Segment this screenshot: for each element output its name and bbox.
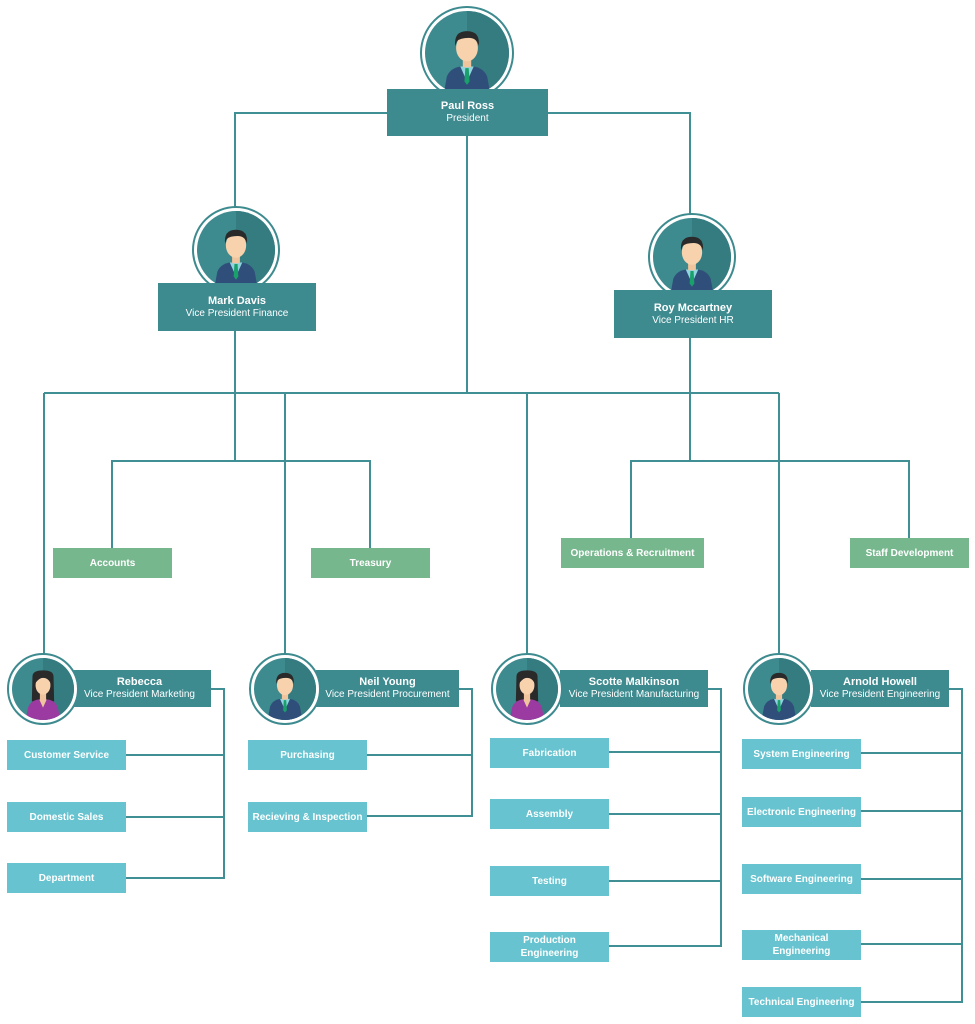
vp-procurement-title: Vice President Procurement: [325, 689, 450, 700]
male-avatar-icon: [267, 658, 316, 720]
president-title: President: [446, 113, 489, 124]
president-avatar: [420, 6, 514, 100]
vp-finance-avatar: [192, 206, 280, 294]
connector-president-hr: [547, 112, 691, 215]
connector-engineering-bracket: [860, 688, 963, 1003]
avatar-circle: [254, 658, 316, 720]
vp-finance-title: Vice President Finance: [185, 307, 289, 319]
male-avatar-icon: [214, 211, 275, 289]
dept-department[interactable]: Department: [7, 863, 126, 893]
vp-finance-name: Mark Davis: [207, 294, 267, 307]
president-name: Paul Ross: [440, 100, 495, 112]
vp-procurement-name: Neil Young: [359, 676, 416, 688]
avatar-circle: [496, 658, 558, 720]
connector-marketing-bracket: [126, 688, 225, 879]
connector-manufacturing-bracket: [608, 688, 722, 947]
dept-fabrication[interactable]: Fabrication: [490, 738, 609, 768]
female-avatar-icon: [25, 658, 74, 720]
vp-hr-box[interactable]: Roy Mccartney Vice President HR: [614, 290, 772, 338]
vp-manufacturing-title: Vice President Manufacturing: [568, 689, 700, 700]
male-avatar-icon: [670, 218, 731, 296]
dept-domestic-sales[interactable]: Domestic Sales: [7, 802, 126, 832]
dept-purchasing[interactable]: Purchasing: [248, 740, 367, 770]
dept-staff-development[interactable]: Staff Development: [850, 538, 969, 568]
avatar-circle: [653, 218, 731, 296]
vp-engineering-box[interactable]: Arnold Howell Vice President Engineering: [811, 670, 949, 707]
dept-operations-recruitment[interactable]: Operations & Recruitment: [561, 538, 704, 568]
vp-procurement-box[interactable]: Neil Young Vice President Procurement: [316, 670, 459, 707]
president-box[interactable]: Paul Ross President: [387, 89, 548, 136]
dept-mechanical-engineering[interactable]: Mechanical Engineering: [742, 930, 861, 960]
dept-electronic-engineering[interactable]: Electronic Engineering: [742, 797, 861, 827]
vp-hr-title: Vice President HR: [652, 314, 734, 326]
vp-engineering-name: Arnold Howell: [843, 676, 917, 688]
vp-marketing-name: Rebecca: [116, 676, 163, 688]
avatar-circle: [748, 658, 810, 720]
vp-marketing-box[interactable]: Rebecca Vice President Marketing: [68, 670, 211, 707]
vp-marketing-title: Vice President Marketing: [84, 689, 195, 700]
female-avatar-icon: [509, 658, 558, 720]
avatar-circle: [12, 658, 74, 720]
vp-hr-avatar: [648, 213, 736, 301]
vp-hr-name: Roy Mccartney: [653, 301, 733, 314]
male-avatar-icon: [761, 658, 810, 720]
connector-finance-depts: [111, 460, 371, 548]
dept-customer-service[interactable]: Customer Service: [7, 740, 126, 770]
dept-technical-engineering[interactable]: Technical Engineering: [742, 987, 861, 1017]
dept-production-engineering[interactable]: Production Engineering: [490, 932, 609, 962]
vp-engineering-title: Vice President Engineering: [819, 689, 941, 700]
connector-procurement-bracket: [366, 688, 473, 817]
dept-assembly[interactable]: Assembly: [490, 799, 609, 829]
vp-finance-box[interactable]: Mark Davis Vice President Finance: [158, 283, 316, 331]
vp-procurement-avatar: [249, 653, 321, 725]
vp-manufacturing-name: Scotte Malkinson: [588, 676, 680, 688]
avatar-circle: [197, 211, 275, 289]
vp-marketing-avatar: [7, 653, 79, 725]
dept-testing[interactable]: Testing: [490, 866, 609, 896]
dept-software-engineering[interactable]: Software Engineering: [742, 864, 861, 894]
connector-hr-depts: [630, 460, 910, 538]
dept-accounts[interactable]: Accounts: [53, 548, 172, 578]
vp-manufacturing-avatar: [491, 653, 563, 725]
male-avatar-icon: [443, 11, 509, 95]
vp-engineering-avatar: [743, 653, 815, 725]
vp-manufacturing-box[interactable]: Scotte Malkinson Vice President Manufact…: [560, 670, 708, 707]
dept-receiving-inspection[interactable]: Recieving & Inspection: [248, 802, 367, 832]
connector-president-finance: [234, 112, 387, 208]
dept-treasury[interactable]: Treasury: [311, 548, 430, 578]
avatar-circle: [425, 11, 509, 95]
dept-system-engineering[interactable]: System Engineering: [742, 739, 861, 769]
